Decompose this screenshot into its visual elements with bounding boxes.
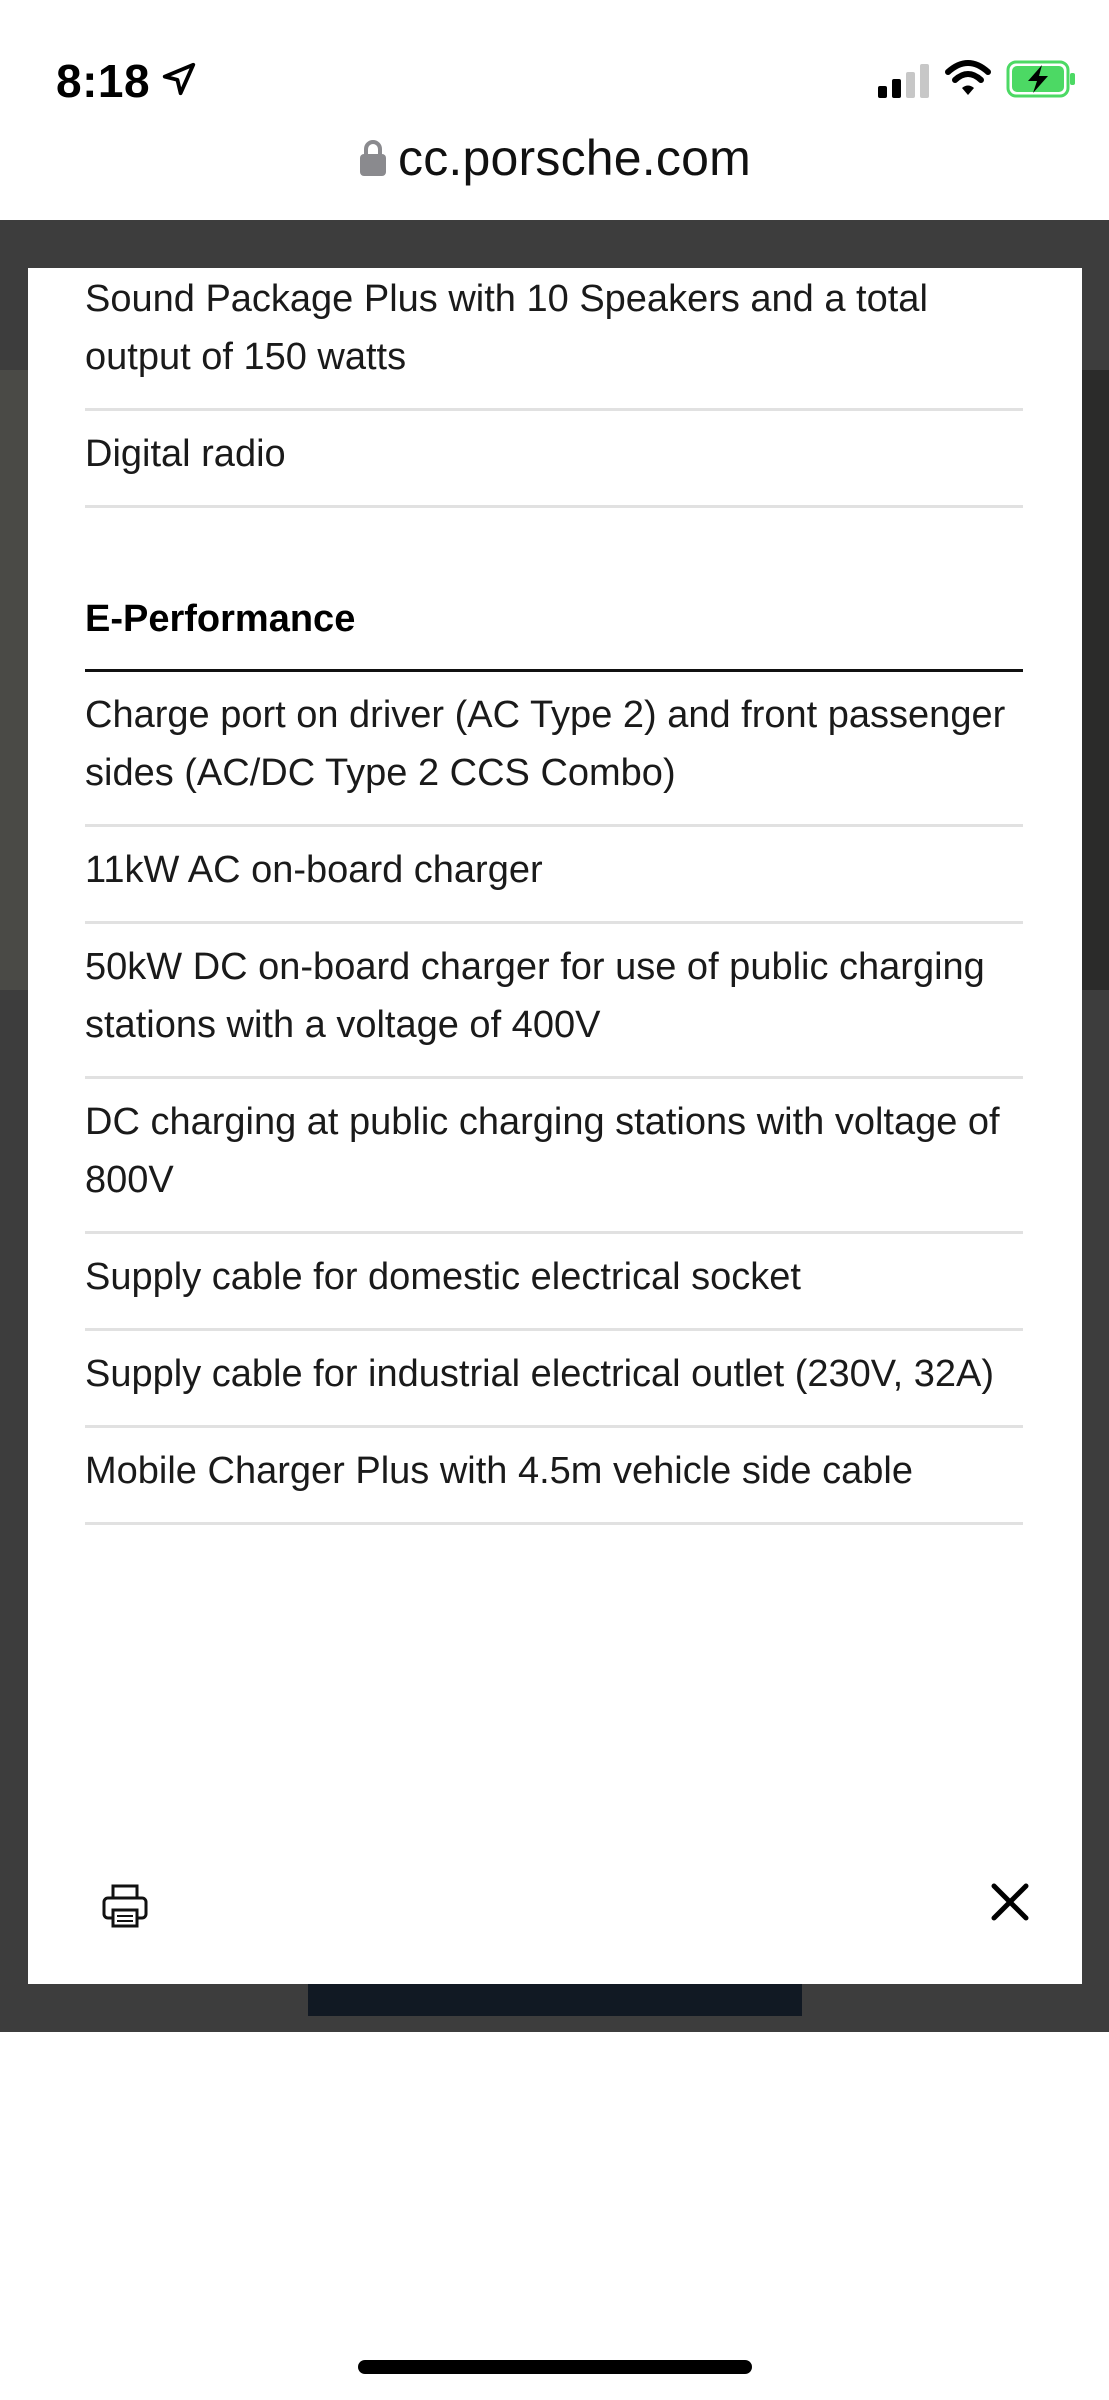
list-item: Supply cable for industrial electrical o… <box>85 1331 1023 1428</box>
address-bar[interactable]: cc.porsche.com <box>0 130 1109 220</box>
list-item: 11kW AC on-board charger <box>85 827 1023 924</box>
battery-charging-icon <box>1006 60 1075 98</box>
list-item: 50kW DC on-board charger for use of publ… <box>85 924 1023 1079</box>
list-item: Mobile Charger Plus with 4.5m vehicle si… <box>85 1428 1023 1525</box>
list-item: Charge port on driver (AC Type 2) and fr… <box>85 672 1023 827</box>
list-item: Digital radio <box>85 411 1023 508</box>
location-arrow-icon <box>162 62 196 96</box>
list-item: DC charging at public charging stations … <box>85 1079 1023 1234</box>
url-text[interactable]: cc.porsche.com <box>398 129 751 187</box>
home-indicator[interactable] <box>358 2360 752 2374</box>
background-button <box>308 1980 802 2016</box>
background-image-left <box>0 370 28 990</box>
equipment-modal: Sound Package Plus with 10 Speakers and … <box>28 268 1082 1984</box>
wifi-icon <box>945 60 991 95</box>
lock-icon <box>360 140 387 176</box>
equipment-list: Sound Package Plus with 10 Speakers and … <box>85 268 1023 1525</box>
status-time: 8:18 <box>56 55 151 107</box>
list-item: Supply cable for domestic electrical soc… <box>85 1234 1023 1331</box>
status-bar: 8:18 <box>0 0 1109 130</box>
cellular-signal-icon <box>878 64 929 98</box>
background-image-right <box>1081 370 1109 990</box>
section-heading: E-Performance <box>85 508 1023 672</box>
modal-footer <box>28 1868 1082 1968</box>
print-icon[interactable] <box>100 1880 150 1930</box>
close-icon[interactable] <box>990 1882 1030 1922</box>
list-item: Sound Package Plus with 10 Speakers and … <box>85 268 1023 411</box>
